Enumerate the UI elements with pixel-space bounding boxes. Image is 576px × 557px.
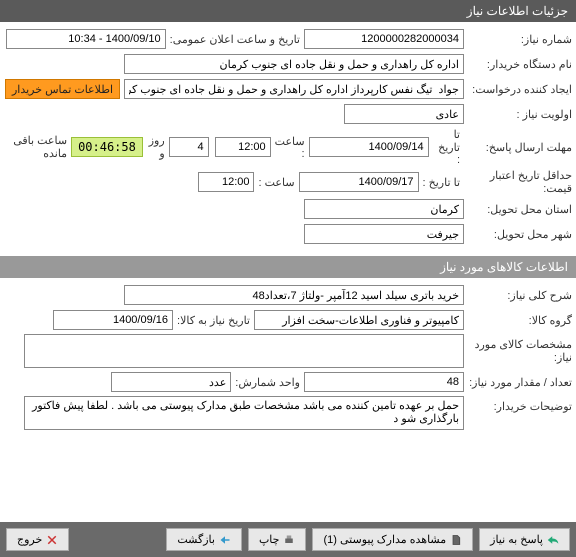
group-field[interactable]	[254, 310, 464, 330]
exit-button[interactable]: خروج	[6, 528, 69, 551]
label-to-date-1: تا تاریخ :	[429, 128, 464, 166]
buyer-notes-field[interactable]: حمل بر عهده تامین کننده می باشد مشخصات ط…	[24, 396, 464, 430]
need-number-field[interactable]	[304, 29, 464, 49]
label-to-date-2: تا تاریخ :	[419, 176, 464, 189]
priority-field[interactable]	[344, 104, 464, 124]
label-remaining: ساعت باقی مانده	[4, 134, 71, 160]
validity-date-field[interactable]	[299, 172, 419, 192]
label-province: استان محل تحویل:	[464, 203, 572, 216]
item-spec-field[interactable]	[24, 334, 464, 368]
label-qty: تعداد / مقدار مورد نیاز:	[464, 376, 572, 389]
back-button[interactable]: بازگشت	[166, 528, 242, 551]
label-group: گروه کالا:	[464, 314, 572, 327]
province-field[interactable]	[304, 199, 464, 219]
label-announce-date: تاریخ و ساعت اعلان عمومی:	[166, 33, 304, 46]
back-icon	[219, 534, 231, 546]
buyer-field[interactable]	[124, 54, 464, 74]
reply-icon	[547, 534, 559, 546]
print-button[interactable]: چاپ	[248, 528, 307, 551]
print-icon	[283, 534, 295, 546]
attachments-button-label: مشاهده مدارک پیوستی (1)	[323, 533, 446, 546]
city-field[interactable]	[304, 224, 464, 244]
label-days-and: روز و	[143, 134, 169, 160]
deadline-date-field[interactable]	[309, 137, 429, 157]
exit-button-label: خروج	[17, 533, 42, 546]
label-time-1: ساعت :	[271, 135, 309, 160]
countdown-timer: 00:46:58	[71, 137, 143, 157]
label-buyer-notes: توضیحات خریدار:	[464, 396, 572, 413]
creator-field[interactable]	[124, 79, 464, 99]
label-item-spec: مشخصات کالای مورد نیاز:	[464, 334, 572, 364]
deadline-time-field[interactable]	[215, 137, 271, 157]
label-price-validity: حداقل تاریخ اعتبار قیمت:	[464, 169, 572, 195]
label-priority: اولویت نیاز :	[464, 108, 572, 121]
reply-button-label: پاسخ به نیاز	[490, 533, 543, 546]
footer-toolbar: پاسخ به نیاز مشاهده مدارک پیوستی (1) چاپ…	[0, 522, 576, 557]
need-desc-field[interactable]	[124, 285, 464, 305]
days-remaining-field[interactable]	[169, 137, 209, 157]
reply-button[interactable]: پاسخ به نیاز	[479, 528, 570, 551]
label-unit: واحد شمارش:	[231, 376, 304, 389]
main-form: شماره نیاز: تاریخ و ساعت اعلان عمومی: نا…	[0, 22, 576, 254]
attachment-icon	[450, 534, 462, 546]
unit-field[interactable]	[111, 372, 231, 392]
window-title: جزئیات اطلاعات نیاز	[467, 4, 568, 18]
print-button-label: چاپ	[259, 533, 280, 546]
label-reply-deadline: مهلت ارسال پاسخ:	[464, 141, 572, 154]
label-time-2: ساعت :	[254, 176, 298, 189]
announce-date-field[interactable]	[6, 29, 166, 49]
window-title-bar: جزئیات اطلاعات نیاز	[0, 0, 576, 22]
label-need-by-date: تاریخ نیاز به کالا:	[173, 314, 254, 327]
qty-field[interactable]	[304, 372, 464, 392]
exit-icon	[46, 534, 58, 546]
buyer-contact-button[interactable]: اطلاعات تماس خریدار	[5, 79, 120, 99]
items-section-header: اطلاعات کالاهای مورد نیاز	[0, 256, 576, 278]
validity-time-field[interactable]	[198, 172, 254, 192]
label-buyer: نام دستگاه خریدار:	[464, 58, 572, 71]
back-button-label: بازگشت	[177, 533, 215, 546]
need-by-date-field[interactable]	[53, 310, 173, 330]
label-creator: ایجاد کننده درخواست:	[464, 83, 572, 96]
items-form: شرح کلی نیاز: گروه کالا: تاریخ نیاز به ک…	[0, 278, 576, 439]
label-need-desc: شرح کلی نیاز:	[464, 289, 572, 302]
items-section-title: اطلاعات کالاهای مورد نیاز	[440, 260, 568, 274]
attachments-button[interactable]: مشاهده مدارک پیوستی (1)	[312, 528, 473, 551]
label-city: شهر محل تحویل:	[464, 228, 572, 241]
label-need-no: شماره نیاز:	[464, 33, 572, 46]
